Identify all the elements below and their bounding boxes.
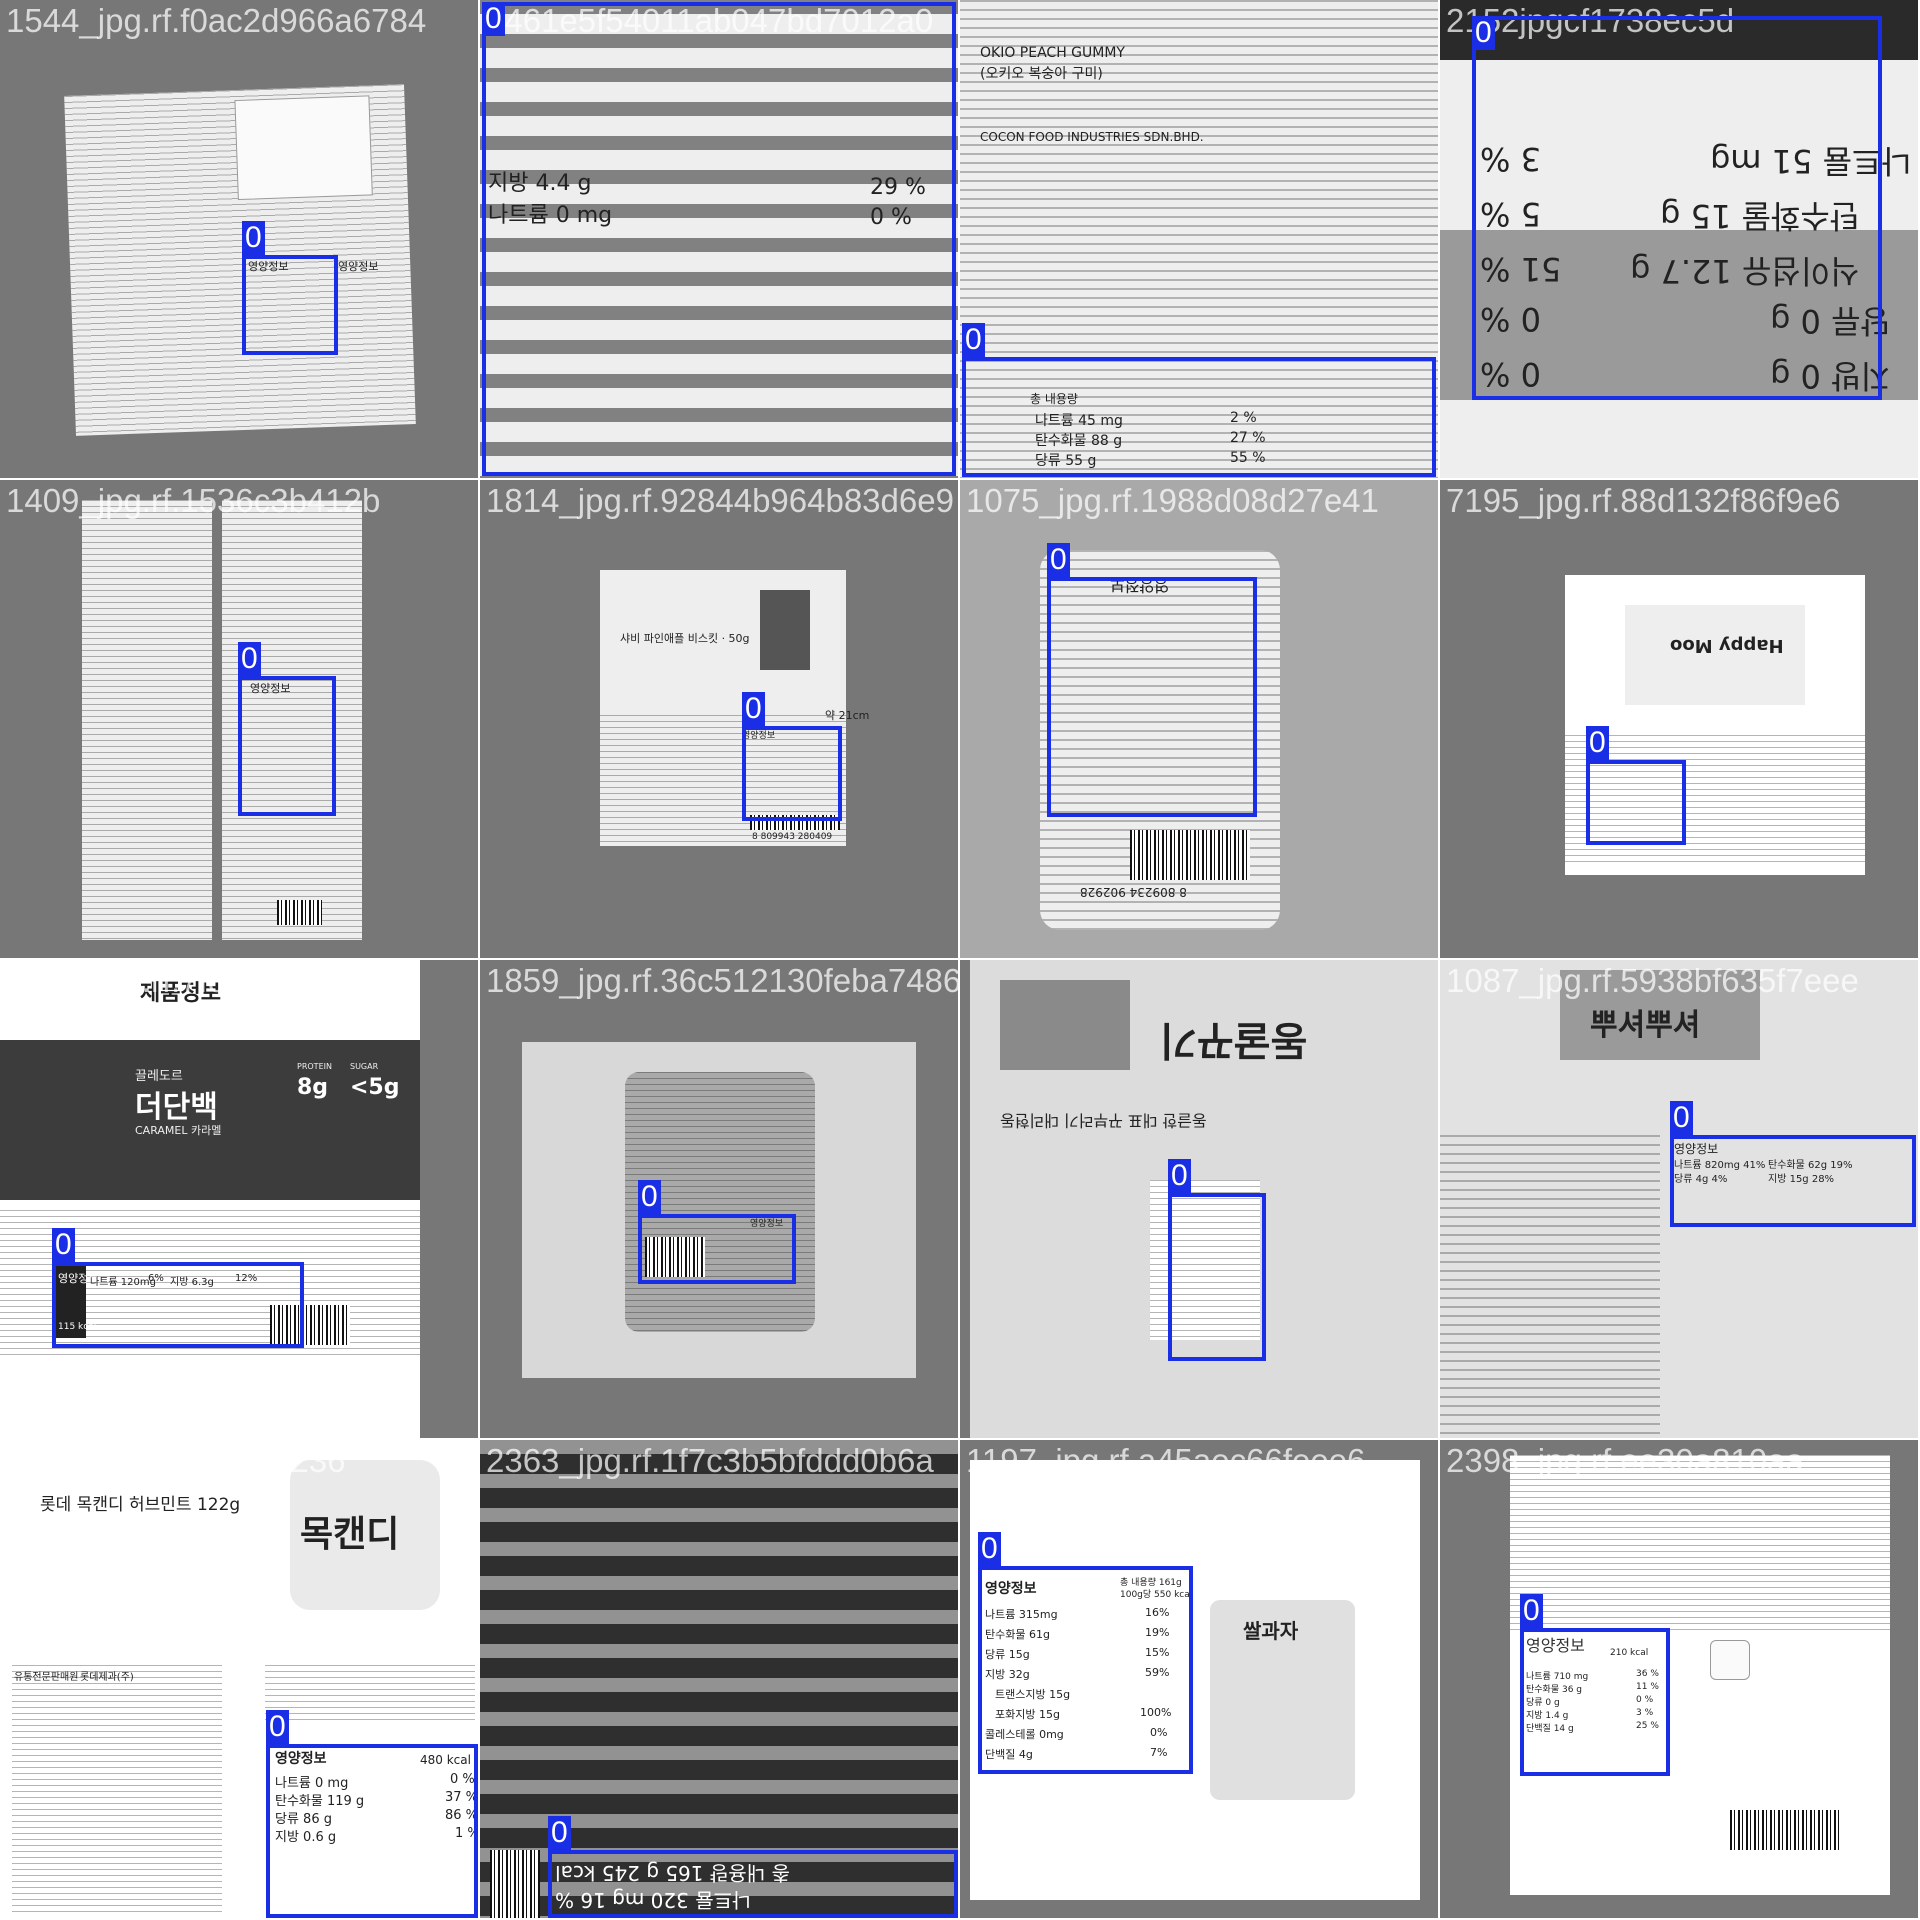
- bounding-box: 0: [638, 1180, 796, 1284]
- tile-caption: 7195_jpg.rf.88d132f86f9e6: [1446, 482, 1841, 519]
- product-name-text: 동굴꾸기: [1160, 1017, 1308, 1063]
- tile-9: 영양정보 1859_jpg.rf.36c512130feba7486 0: [480, 960, 958, 1438]
- box-label: 0: [638, 1180, 661, 1214]
- tile-caption: 1087_jpg.rf.5938bf635f7eee: [1446, 962, 1859, 999]
- tile-12: 롯데 목캔디 허브민트 122g 목캔디 유통전문판매원 롯데제과(주) 영양정…: [0, 1440, 478, 1918]
- barcode-number: 8 809234 902928: [1080, 885, 1187, 899]
- bounding-box: 0: [266, 1710, 478, 1918]
- bounding-box: 0: [1047, 543, 1257, 817]
- product-name-text: 쌀과자: [1243, 1619, 1299, 1643]
- tile-caption: 1422_jpg.rf.7f8233f751377: [6, 962, 401, 999]
- tile-14: 쌀과자 영양정보 총 내용량 161g 100g당 550 kcal 나트륨 3…: [960, 1440, 1438, 1918]
- instruction-panel: [234, 95, 373, 201]
- tile-2: OKIO PEACH GUMMY (오키오 복숭아 구미) COCON FOOD…: [960, 0, 1438, 478]
- box-label: 0: [52, 1228, 75, 1262]
- bounding-box: 0: [482, 2, 956, 476]
- tile-4: 영양정보 1409_jpg.rf.1536c3b412b 0: [0, 480, 478, 958]
- box-label: 0: [1520, 1594, 1543, 1628]
- bounding-box: 0: [242, 221, 338, 355]
- bounding-box: 0: [978, 1532, 1193, 1774]
- tile-13: 총 내용량 165 g 245 kcal 나트륨 320 mg 16 % 236…: [480, 1440, 958, 1918]
- box-label: 0: [1670, 1101, 1693, 1135]
- bounding-box: 0: [238, 642, 336, 816]
- product-title: 롯데 목캔디 허브민트 122g: [40, 1495, 241, 1515]
- manufacturer-text: COCON FOOD INDUSTRIES SDN.BHD.: [980, 130, 1204, 144]
- bounding-box: 0: [1472, 16, 1882, 400]
- box-label: 0: [1168, 1159, 1191, 1193]
- box-label: 0: [1472, 16, 1495, 50]
- bounding-box: 0: [742, 692, 842, 821]
- product-photo: [82, 500, 212, 940]
- box-label: 0: [238, 642, 261, 676]
- tile-caption: 1859_jpg.rf.36c512130feba7486: [486, 962, 958, 999]
- box-label: 0: [962, 323, 985, 357]
- tile-5: 샤비 파인애플 비스킷 · 50g 약 21cm 영양정보 8 809943 2…: [480, 480, 958, 958]
- tile-7: Happy Moo 7195_jpg.rf.88d132f86f9e6 0: [1440, 480, 1918, 958]
- tile-10: 동굴꾸기 동글한 대표 꾸부러기 대리현동 0: [960, 960, 1438, 1438]
- tile-caption: 1075_jpg.rf.1988d08d27e41: [966, 482, 1379, 519]
- bounding-box: 0: [962, 323, 1436, 477]
- box-label: 0: [978, 1532, 1001, 1566]
- tile-15: 영양정보 210 kcal 나트륨 710 mg 36 % 탄수화물 36 g …: [1440, 1440, 1918, 1918]
- nutrition-label-text: 영양정보: [338, 260, 379, 273]
- box-label: 0: [266, 1710, 289, 1744]
- tile-caption: 1409_jpg.rf.1536c3b412b: [6, 482, 381, 519]
- bounding-box: 0: [1520, 1594, 1670, 1776]
- bounding-box: 0: [548, 1816, 958, 1918]
- box-label: 0: [742, 692, 765, 726]
- distributor-text: 롯데제과(주): [80, 1672, 134, 1683]
- sugar-label: SUGAR: [350, 1062, 379, 1071]
- product-name-text: Happy Moo: [1670, 635, 1784, 656]
- tile-1: 지방 4.4 g 29 % 나트륨 0 mg 0 % 2461e5f54011a…: [480, 0, 958, 478]
- bounding-box: 0: [52, 1228, 304, 1348]
- product-name-text: 뿌셔뿌셔: [1590, 1008, 1701, 1043]
- protein-label: PROTEIN: [297, 1062, 332, 1071]
- image-grid: 영양정보 영양정보 1544_jpg.rf.f0ac2d966a6784 0 지…: [0, 0, 1920, 1920]
- box-label: 0: [482, 2, 505, 36]
- product-name-text: 더단백: [135, 1090, 218, 1125]
- flavor-text: CARAMEL 카라멜: [135, 1124, 222, 1137]
- box-label: 0: [1047, 543, 1070, 577]
- tile-0: 영양정보 영양정보 1544_jpg.rf.f0ac2d966a6784 0: [0, 0, 478, 478]
- distributor-label: 유통전문판매원: [14, 1672, 79, 1683]
- tile-caption: 1544_jpg.rf.f0ac2d966a6784: [6, 2, 427, 39]
- tile-caption: 2363_jpg.rf.1f7c3b5bfddd0b6a: [486, 1442, 934, 1479]
- tile-caption: 2398_jpg.rf.ee30a810aa: [1446, 1442, 1804, 1479]
- box-label: 0: [548, 1816, 571, 1850]
- product-name-text: 목캔디: [300, 1514, 400, 1555]
- box-label: 0: [1586, 726, 1609, 760]
- product-name-text: 샤비 파인애플 비스킷 · 50g: [620, 632, 750, 645]
- protein-value: 8g: [297, 1075, 329, 1100]
- bounding-box: 0: [1586, 726, 1686, 845]
- tile-3: 나트륨 51 mg 3 % 탄수화물 15 g 5 % 식이섬유 12.7 g …: [1440, 0, 1918, 478]
- barcode-number: 8 809943 280409: [752, 832, 833, 842]
- product-subtitle: 동글한 대표 꾸부러기 대리현동: [1000, 1111, 1207, 1130]
- sugar-value: <5g: [350, 1075, 400, 1100]
- tile-caption: 1814_jpg.rf.92844b964b83d6e9: [486, 482, 954, 519]
- box-label: 0: [242, 221, 265, 255]
- bounding-box: 0: [1168, 1159, 1266, 1361]
- bounding-box: 0: [1670, 1101, 1916, 1227]
- product-name-text: (오키오 복숭아 구미): [980, 66, 1103, 82]
- product-photo: [0, 960, 420, 1438]
- tile-6: 영양정보 8 809234 902928 1075_jpg.rf.1988d08…: [960, 480, 1438, 958]
- tile-8: 제품정보 끌레도르 더단백 CARAMEL 카라멜 PROTEIN 8g SUG…: [0, 960, 478, 1438]
- tile-11: 뿌셔뿌셔 영양정보 나트륨 820mg 41% 탄수화물 62g 19% 당류 …: [1440, 960, 1918, 1438]
- product-name-text: OKIO PEACH GUMMY: [980, 45, 1125, 61]
- dimension-text: 약 21cm: [825, 709, 870, 722]
- tile-caption: 1242_jpg.rf.815d2d236: [6, 1442, 346, 1479]
- tile-caption: 1197_jpg.rf.a45aec66feee6: [966, 1442, 1366, 1479]
